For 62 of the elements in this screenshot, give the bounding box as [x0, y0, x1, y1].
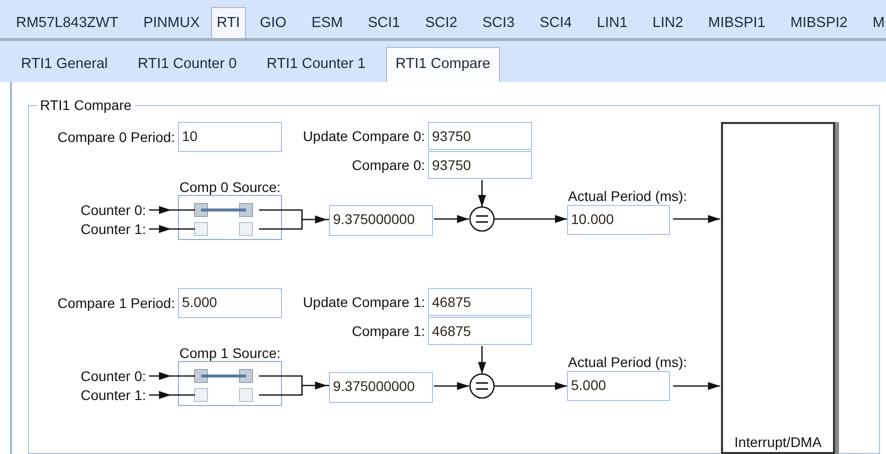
tab[interactable]: LIN2: [642, 7, 694, 38]
tab[interactable]: RTI1 General: [11, 47, 118, 82]
input-field[interactable]: 93750: [428, 122, 532, 150]
field-label: Counter 1:: [80, 386, 146, 404]
block-label: Interrupt/DMA: [733, 434, 823, 450]
connector-arrow: [434, 215, 469, 223]
tab[interactable]: PINMUX: [133, 7, 210, 38]
input-field[interactable]: 5.000: [178, 288, 282, 318]
checkbox[interactable]: [239, 222, 253, 236]
checkbox[interactable]: [239, 388, 253, 402]
connector-arrow: [149, 225, 178, 233]
tab[interactable]: M: [862, 7, 886, 38]
field-label: Compare 0:: [350, 156, 425, 174]
input-field[interactable]: 5.000: [567, 371, 670, 401]
input-field[interactable]: 9.375000000: [329, 205, 433, 236]
field-label: Comp 1 Source:: [178, 344, 282, 362]
tab[interactable]: RTI1 Counter 0: [128, 47, 247, 82]
input-field[interactable]: 10.000: [567, 205, 670, 235]
field-label: Counter 1:: [80, 220, 146, 238]
tab[interactable]: RTI1 Counter 1: [256, 47, 376, 82]
equals-icon: [469, 373, 495, 399]
tab[interactable]: MIBSPI1: [698, 7, 776, 38]
field-label: Compare 0 Period:: [56, 128, 175, 146]
tab[interactable]: RTI: [210, 7, 246, 38]
tab[interactable]: MIBSPI2: [780, 7, 858, 38]
tab[interactable]: RTI1 Compare: [386, 47, 500, 82]
connector-arrow: [478, 346, 486, 374]
connector-arrow: [149, 372, 178, 380]
field-label: Compare 1 Period:: [56, 294, 175, 312]
field-label: Actual Period (ms):: [568, 353, 688, 371]
field-label: Actual Period (ms):: [568, 187, 688, 205]
field-label: Compare 1:: [350, 322, 425, 340]
field-label: Update Compare 1:: [302, 293, 425, 311]
input-field[interactable]: 46875: [428, 317, 532, 345]
input-field[interactable]: 9.375000000: [329, 372, 433, 403]
checkbox[interactable]: [194, 388, 208, 402]
connector-arrow: [673, 382, 720, 390]
tab[interactable]: SCI3: [472, 7, 525, 38]
connector-arrow: [281, 209, 330, 230]
field-label: Counter 0:: [80, 367, 146, 385]
tab[interactable]: ESM: [301, 7, 353, 38]
group-title: RTI1 Compare: [37, 97, 135, 113]
tab[interactable]: GIO: [250, 7, 296, 38]
input-field[interactable]: 46875: [428, 288, 532, 316]
connector-arrow: [149, 206, 178, 214]
tab[interactable]: SCI2: [415, 7, 468, 38]
field-label: Comp 0 Source:: [178, 178, 282, 196]
connector-arrow: [478, 180, 486, 207]
input-field[interactable]: 93750: [428, 151, 532, 179]
field-label: Counter 0:: [80, 201, 146, 219]
tab[interactable]: SCI1: [358, 7, 410, 38]
checkbox[interactable]: [194, 222, 208, 236]
connector-arrow: [281, 375, 330, 396]
field-label: Update Compare 0:: [302, 127, 425, 145]
tab[interactable]: RM57L843ZWT: [6, 7, 128, 38]
tab[interactable]: SCI4: [530, 7, 582, 38]
connector-arrow: [673, 215, 720, 223]
connector-arrow: [149, 391, 178, 399]
tab[interactable]: LIN1: [586, 7, 638, 38]
connector-arrow: [434, 382, 469, 390]
equals-icon: [469, 206, 495, 232]
input-field[interactable]: 10: [178, 122, 282, 152]
